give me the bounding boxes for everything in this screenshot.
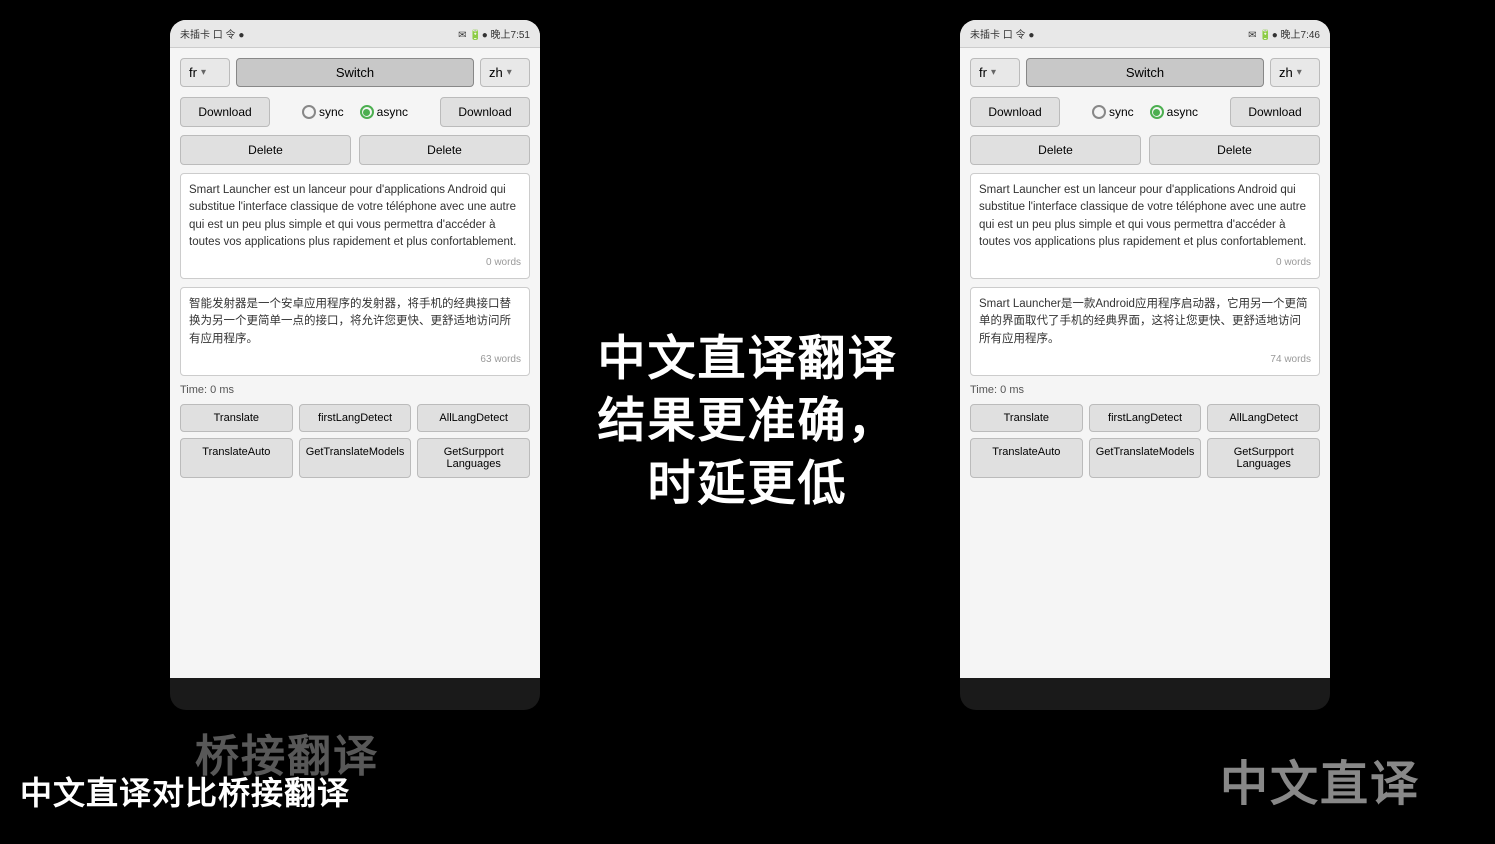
lang-selector-row-left: fr ▾ Switch zh ▾ [180, 58, 530, 87]
status-left-text-right: 未插卡 口 令 ● [970, 26, 1034, 41]
delete-right-btn-left[interactable]: Delete [359, 135, 530, 165]
getsurpport-btn-left[interactable]: GetSurpport Languages [417, 438, 530, 478]
chevron-down-icon: ▾ [991, 67, 996, 78]
translateauto-btn-right[interactable]: TranslateAuto [970, 438, 1083, 478]
translated-word-count-left: 63 words [189, 352, 521, 367]
bottom-label-right: 中文直译 [1220, 744, 1420, 814]
btn-row1-right: Translate firstLangDetect AllLangDetect [970, 404, 1320, 432]
lang-to-right[interactable]: zh ▾ [1270, 58, 1320, 87]
switch-button-left[interactable]: Switch [236, 58, 474, 87]
time-label-right: Time: 0 ms [970, 384, 1320, 396]
translate-btn-left[interactable]: Translate [180, 404, 293, 432]
download-right-btn-right[interactable]: Download [1230, 97, 1320, 127]
btn-row2-left: TranslateAuto GetTranslateModels GetSurp… [180, 438, 530, 478]
firstlangdetect-btn-right[interactable]: firstLangDetect [1089, 404, 1202, 432]
firstlangdetect-btn-left[interactable]: firstLangDetect [299, 404, 412, 432]
status-right-text-right: ✉ 🔋● 晚上7:46 [1248, 26, 1320, 41]
delete-right-btn-right[interactable]: Delete [1149, 135, 1320, 165]
source-text-right: Smart Launcher est un lanceur pour d'app… [970, 173, 1320, 279]
lang-from-left[interactable]: fr ▾ [180, 58, 230, 87]
radio-sync-circle-right [1092, 105, 1106, 119]
radio-sync-right[interactable]: sync [1092, 105, 1134, 119]
radio-sync-circle-left [302, 105, 316, 119]
center-overlay: 中文直译翻译 结果更准确， 时延更低 [597, 328, 897, 515]
translated-text-left: 智能发射器是一个安卓应用程序的发射器，将手机的经典接口替换为另一个更简单一点的接… [180, 287, 530, 376]
lang-to-left[interactable]: zh ▾ [480, 58, 530, 87]
source-word-count-left: 0 words [189, 255, 521, 270]
getsurpport-btn-right[interactable]: GetSurpport Languages [1207, 438, 1320, 478]
radio-async-right[interactable]: async [1150, 105, 1198, 119]
switch-button-right[interactable]: Switch [1026, 58, 1264, 87]
delete-row-right: Delete Delete [970, 135, 1320, 165]
delete-left-btn-right[interactable]: Delete [970, 135, 1141, 165]
center-title-line3: 时延更低 [597, 453, 897, 515]
translate-btn-right[interactable]: Translate [970, 404, 1083, 432]
source-text-left: Smart Launcher est un lanceur pour d'app… [180, 173, 530, 279]
translated-word-count-right: 74 words [979, 352, 1311, 367]
status-left-text: 未插卡 口 令 ● [180, 26, 244, 41]
alllangdetect-btn-left[interactable]: AllLangDetect [417, 404, 530, 432]
lang-selector-row-right: fr ▾ Switch zh ▾ [970, 58, 1320, 87]
status-right-text: ✉ 🔋● 晚上7:51 [458, 26, 530, 41]
chevron-down-icon: ▾ [201, 67, 206, 78]
phone-left: 未插卡 口 令 ● ✉ 🔋● 晚上7:51 fr ▾ Switch zh ▾ D… [170, 20, 540, 710]
alllangdetect-btn-right[interactable]: AllLangDetect [1207, 404, 1320, 432]
chevron-down-icon: ▾ [1297, 67, 1302, 78]
time-label-left: Time: 0 ms [180, 384, 530, 396]
chevron-down-icon: ▾ [507, 67, 512, 78]
center-title-line1: 中文直译翻译 [597, 328, 897, 390]
download-left-btn-right[interactable]: Download [970, 97, 1060, 127]
radio-async-left[interactable]: async [360, 105, 408, 119]
btn-row1-left: Translate firstLangDetect AllLangDetect [180, 404, 530, 432]
status-bar-left: 未插卡 口 令 ● ✉ 🔋● 晚上7:51 [170, 20, 540, 48]
download-right-btn-left[interactable]: Download [440, 97, 530, 127]
btn-row2-right: TranslateAuto GetTranslateModels GetSurp… [970, 438, 1320, 478]
radio-async-circle-left [360, 105, 374, 119]
delete-left-btn-left[interactable]: Delete [180, 135, 351, 165]
status-bar-right: 未插卡 口 令 ● ✉ 🔋● 晚上7:46 [960, 20, 1330, 48]
radio-async-circle-right [1150, 105, 1164, 119]
center-title-line2: 结果更准确， [597, 391, 897, 453]
lang-from-right[interactable]: fr ▾ [970, 58, 1020, 87]
download-left-btn-left[interactable]: Download [180, 97, 270, 127]
gettranslatemodels-btn-right[interactable]: GetTranslateModels [1089, 438, 1202, 478]
gettranslatemodels-btn-left[interactable]: GetTranslateModels [299, 438, 412, 478]
source-word-count-right: 0 words [979, 255, 1311, 270]
radio-sync-left[interactable]: sync [302, 105, 344, 119]
translated-text-right: Smart Launcher是一款Android应用程序启动器，它用另一个更简单… [970, 287, 1320, 376]
bottom-label-bridge: 桥接翻译 [195, 720, 379, 784]
translateauto-btn-left[interactable]: TranslateAuto [180, 438, 293, 478]
phone-right: 未插卡 口 令 ● ✉ 🔋● 晚上7:46 fr ▾ Switch zh ▾ D… [960, 20, 1330, 710]
delete-row-left: Delete Delete [180, 135, 530, 165]
